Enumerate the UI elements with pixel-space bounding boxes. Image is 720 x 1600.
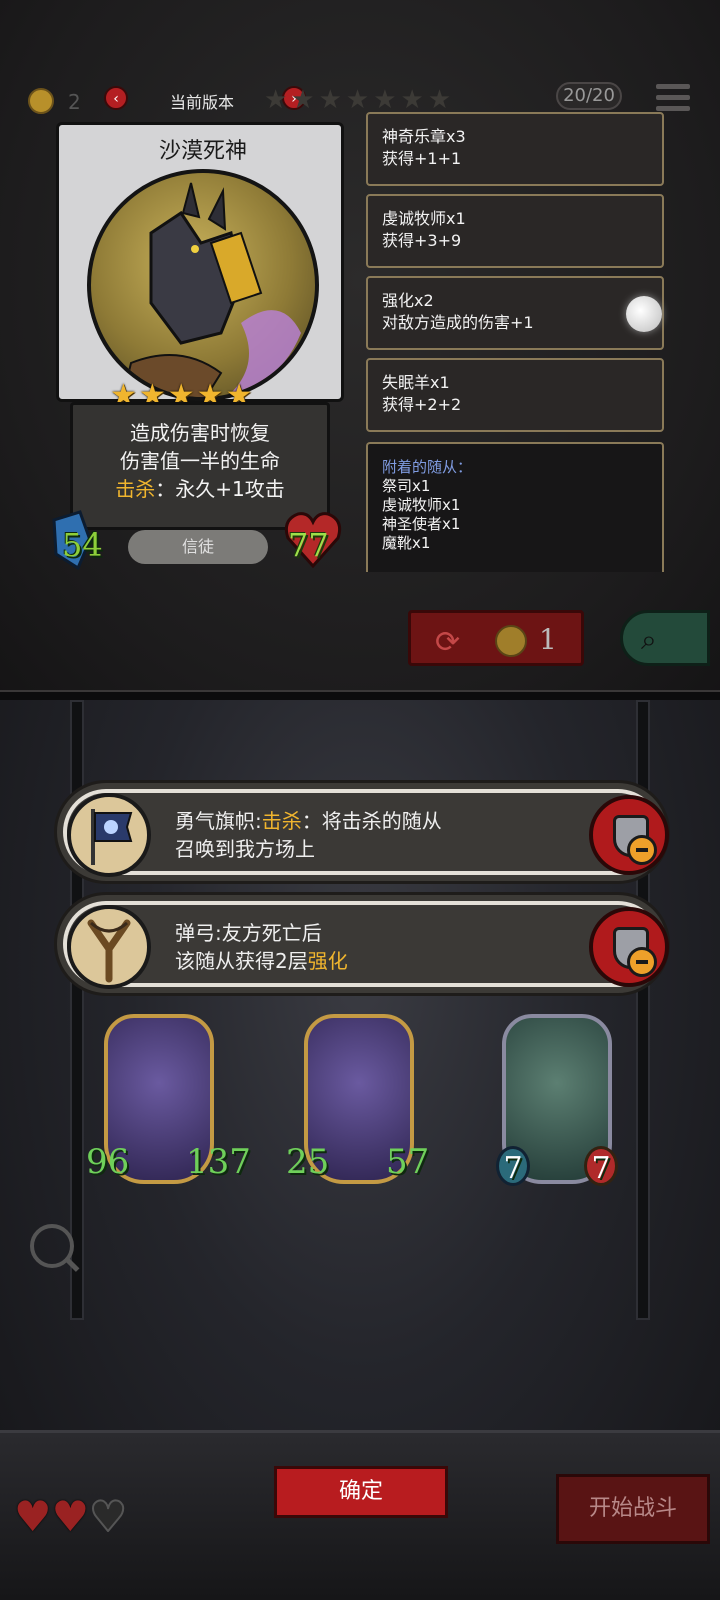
top-bar: 2 ‹ 当前版本 › ★★★★★★★ 20/20 (28, 82, 690, 116)
item-name: 勇气旗帜: (175, 809, 262, 833)
refresh-icon: ⟳ (435, 625, 461, 660)
refresh-cost: 1 (539, 623, 557, 656)
version-label: 当前版本 (170, 93, 235, 112)
card-frame: 沙漠死神 (56, 122, 344, 402)
buff-item: 失眠羊x1 获得+2+2 (366, 358, 664, 432)
item-effect-line-2: 该随从获得2层 (175, 949, 308, 973)
confirm-button[interactable]: 确定 (274, 1466, 448, 1518)
hero-card: 沙漠死神 ★★★★★ 造成伤害时恢复 伤害值一半的生命 击杀：永久+1攻击 54… (52, 122, 344, 572)
minion-knight[interactable]: 96 137 (86, 1014, 251, 1194)
card-name: 沙漠死神 (158, 139, 247, 164)
minion-attack: 7 (496, 1146, 530, 1186)
minion-attack: 25 (286, 1142, 330, 1182)
attached-item: 魔靴x1 (382, 534, 431, 552)
coin-icon (495, 625, 527, 657)
buff-effect: 获得+1+1 (382, 149, 462, 168)
minion-health: 137 (186, 1142, 251, 1182)
item-courage-banner[interactable]: 勇气旗帜:击杀：将击杀的随从 召唤到我方场上 (54, 780, 670, 884)
search-button[interactable]: ⌕ (620, 610, 710, 666)
attached-minions-panel: 附着的随从： 祭司x1 虔诚牧师x1 神圣使者x1 魔靴x1 (366, 442, 664, 572)
attached-item: 神圣使者x1 (382, 515, 461, 533)
buff-title: 强化x2 (382, 291, 434, 310)
tribe-badge: 信徒 (128, 530, 268, 564)
buff-effect: 获得+2+2 (382, 395, 462, 414)
kill-effect: ：永久+1攻击 (155, 477, 285, 501)
item-effect: 友方死亡后 (221, 921, 322, 945)
buff-effect: 对敌方造成的伤害+1 (382, 313, 534, 332)
scroll-handle[interactable] (626, 296, 662, 332)
slingshot-icon (67, 905, 151, 989)
unit-counter: 20/20 (556, 82, 622, 110)
buff-title: 失眠羊x1 (382, 373, 450, 392)
desc-line-3: 击杀：永久+1攻击 (73, 475, 327, 503)
minion-fairy[interactable]: 7 7 (492, 1014, 622, 1194)
buff-item: 虔诚牧师x1 获得+3+9 (366, 194, 664, 268)
heart-empty-icon: ♥ (88, 1491, 128, 1542)
menu-icon[interactable] (656, 84, 690, 114)
strengthen-keyword: 强化 (307, 949, 348, 973)
divider (0, 690, 720, 700)
coin-icon (28, 88, 54, 114)
kill-keyword: 击杀 (115, 477, 156, 501)
remove-item-button[interactable] (589, 907, 669, 987)
attached-item: 虔诚牧师x1 (382, 496, 461, 514)
buff-title: 神奇乐章x3 (382, 127, 466, 146)
coin-count: 2 (68, 90, 81, 114)
tier-stars: ★★★★★★★ (264, 85, 456, 115)
item-name: 弹弓: (175, 921, 222, 945)
minus-icon (627, 947, 657, 977)
refresh-button[interactable]: ⟳ 1 (408, 610, 584, 666)
hero-health: 77 (288, 526, 329, 564)
kill-keyword: 击杀 (261, 809, 302, 833)
desc-line-2: 伤害值一半的生命 (120, 449, 280, 473)
desc-line-1: 造成伤害时恢复 (130, 421, 270, 445)
attached-title: 附着的随从： (382, 458, 473, 476)
attached-item: 祭司x1 (382, 477, 431, 495)
minion-health: 57 (386, 1142, 430, 1182)
buff-title: 虔诚牧师x1 (382, 209, 466, 228)
flag-icon (67, 793, 151, 877)
buff-item: 神奇乐章x3 获得+1+1 (366, 112, 664, 186)
start-battle-button[interactable]: 开始战斗 (556, 1474, 710, 1544)
item-effect: ：将击杀的随从 (301, 809, 442, 833)
minion-attack: 96 (86, 1142, 130, 1182)
item-slingshot[interactable]: 弹弓:友方死亡后 该随从获得2层强化 (54, 892, 670, 996)
remove-item-button[interactable] (589, 795, 669, 875)
buff-item: 强化x2 对敌方造成的伤害+1 (366, 276, 664, 350)
lives: ♥♥♥ (14, 1491, 128, 1542)
item-description: 弹弓:友方死亡后 该随从获得2层强化 (175, 919, 348, 975)
search-icon: ⌕ (641, 623, 657, 656)
item-effect-line-2: 召唤到我方场上 (175, 837, 315, 861)
hero-attack: 54 (62, 526, 103, 564)
anubis-portrait (87, 169, 319, 401)
heart-full-icon: ♥♥ (14, 1492, 90, 1541)
minion-chef[interactable]: 25 57 (286, 1014, 429, 1194)
prev-version-button[interactable]: ‹ (104, 86, 128, 110)
item-description: 勇气旗帜:击杀：将击杀的随从 召唤到我方场上 (175, 807, 442, 863)
minus-icon (627, 835, 657, 865)
magnifier-icon[interactable] (30, 1224, 74, 1268)
minion-health: 7 (584, 1146, 618, 1186)
buff-effect: 获得+3+9 (382, 231, 462, 250)
